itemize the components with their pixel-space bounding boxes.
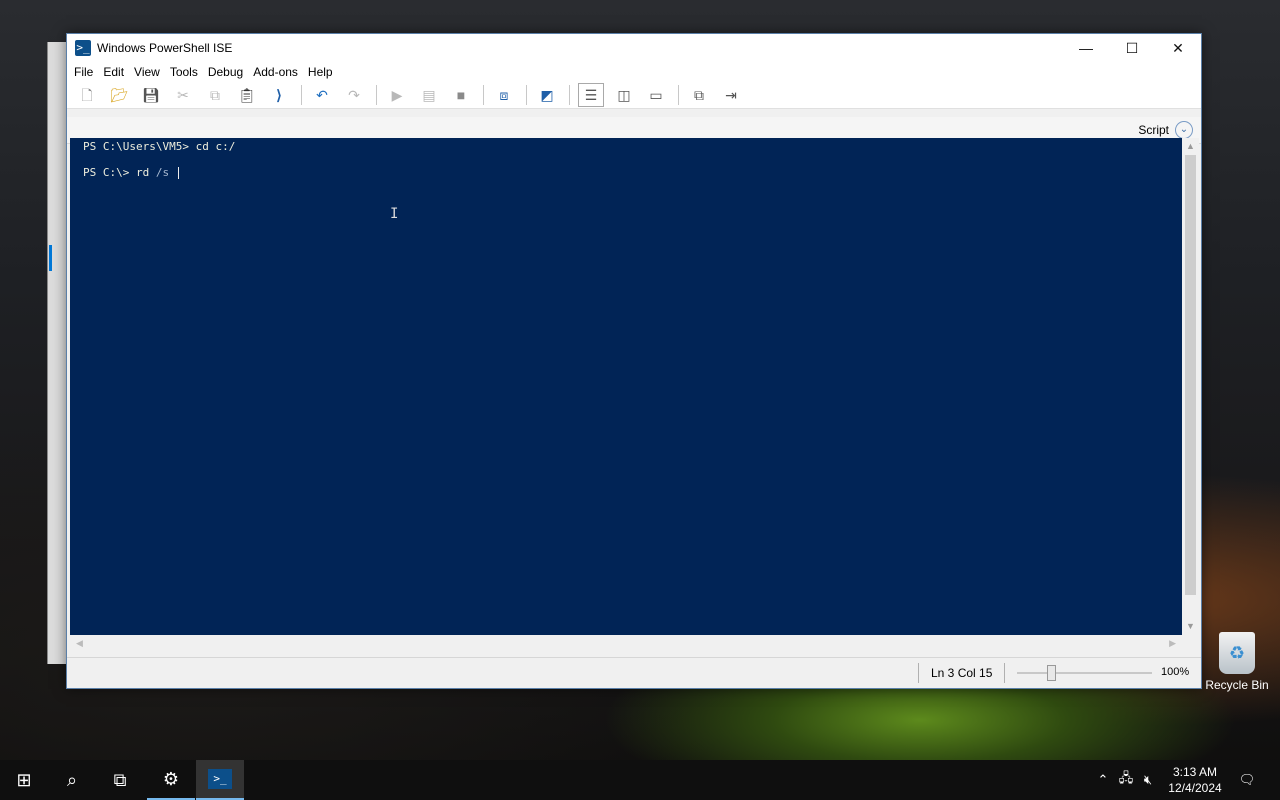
- show-script-top-icon[interactable]: ☰: [578, 83, 604, 107]
- console-argument: /s: [155, 166, 170, 179]
- background-window-accent: [49, 245, 52, 271]
- stop-icon[interactable]: ■: [449, 84, 473, 106]
- console-input-line[interactable]: PS C:\> rd /s: [83, 166, 179, 179]
- powershell-ise-window: >_ Windows PowerShell ISE — ☐ ✕ File Edi…: [66, 33, 1202, 689]
- copy-icon[interactable]: ⧉: [203, 84, 227, 106]
- menu-add-ons[interactable]: Add-ons: [248, 65, 303, 79]
- menu-help[interactable]: Help: [303, 65, 338, 79]
- console-pane[interactable]: PS C:\Users\VM5> cd c:/ PS C:\> rd /s I: [70, 138, 1182, 635]
- system-clock[interactable]: 3:13 AM 12/4/2024: [1160, 764, 1230, 796]
- action-center-icon[interactable]: 🗨︎: [1236, 760, 1258, 800]
- maximize-button[interactable]: ☐: [1109, 34, 1155, 62]
- scroll-right-icon[interactable]: ▶: [1169, 635, 1176, 652]
- settings-gear-icon[interactable]: ⚙: [147, 760, 195, 800]
- scroll-left-icon[interactable]: ◀: [76, 635, 83, 652]
- volume-muted-icon[interactable]: 🔇︎: [1138, 760, 1158, 800]
- cut-icon[interactable]: ✂: [171, 84, 195, 106]
- console-line: PS C:\Users\VM5> cd c:/: [83, 140, 236, 153]
- cursor-position: Ln 3 Col 15: [931, 666, 993, 680]
- open-folder-icon[interactable]: 📂︎: [107, 84, 131, 106]
- ibeam-cursor-icon: I: [390, 206, 399, 222]
- minimize-button[interactable]: —: [1063, 34, 1109, 62]
- task-view-icon[interactable]: ⧉: [96, 760, 144, 800]
- vertical-scrollbar[interactable]: ▲ ▼: [1182, 138, 1199, 635]
- new-file-icon[interactable]: 🗋: [75, 84, 99, 106]
- recycle-bin[interactable]: ♻ Recycle Bin: [1205, 632, 1269, 692]
- toolbar-separator: [678, 85, 679, 105]
- show-script-maximized-icon[interactable]: ▭: [644, 84, 668, 106]
- toolbar-separator: [569, 85, 570, 105]
- zoom-slider-track[interactable]: [1017, 672, 1152, 674]
- menu-file[interactable]: File: [69, 65, 98, 79]
- menu-tools[interactable]: Tools: [165, 65, 203, 79]
- title-bar[interactable]: >_ Windows PowerShell ISE — ☐ ✕: [67, 34, 1201, 62]
- show-command-window-icon[interactable]: ⧉: [687, 84, 711, 106]
- toolbar: 🗋 📂︎ 💾︎ ✂ ⧉ 📋︎ ⟩ ↶ ↷ ▶ ▤ ■ ⧈ ◩ ☰ ◫ ▭ ⧉ ⇥: [67, 82, 1201, 109]
- clock-time: 3:13 AM: [1172, 765, 1218, 779]
- close-button[interactable]: ✕: [1155, 34, 1201, 62]
- run-selection-icon[interactable]: ▤: [417, 84, 441, 106]
- start-icon[interactable]: ⊞: [0, 760, 48, 800]
- redo-icon[interactable]: ↷: [342, 84, 366, 106]
- status-bar: Ln 3 Col 15 100%: [67, 657, 1201, 688]
- show-script-right-icon[interactable]: ◫: [612, 84, 636, 106]
- recycle-bin-icon: ♻: [1219, 632, 1255, 674]
- save-icon[interactable]: 💾︎: [139, 84, 163, 106]
- powershell-icon[interactable]: ⟩: [267, 84, 291, 106]
- chevron-down-icon[interactable]: ⌄: [1175, 121, 1193, 139]
- start-powershell-icon[interactable]: ◩: [535, 84, 559, 106]
- powershell-ise-app-icon: >_: [75, 40, 91, 56]
- show-hidden-icons-icon[interactable]: ⌃: [1094, 760, 1112, 800]
- scroll-down-icon[interactable]: ▼: [1182, 618, 1199, 635]
- zoom-slider-thumb[interactable]: [1047, 665, 1057, 681]
- toolbar-separator: [526, 85, 527, 105]
- powershell-ise-taskbar-icon: >_: [208, 769, 232, 789]
- status-divider: [1004, 663, 1005, 683]
- show-command-addon-icon[interactable]: ⇥: [719, 84, 743, 106]
- text-caret: [177, 167, 179, 179]
- toolbar-separator: [483, 85, 484, 105]
- zoom-level: 100%: [1161, 666, 1190, 678]
- horizontal-scrollbar[interactable]: ◀ ▶: [70, 635, 1182, 652]
- window-title: Windows PowerShell ISE: [97, 41, 233, 55]
- script-label[interactable]: Script: [1138, 123, 1169, 137]
- undo-icon[interactable]: ↶: [310, 84, 334, 106]
- menu-view[interactable]: View: [129, 65, 165, 79]
- clock-date: 12/4/2024: [1168, 781, 1222, 795]
- search-icon[interactable]: ⌕: [48, 760, 96, 800]
- menu-debug[interactable]: Debug: [203, 65, 248, 79]
- taskbar-powershell-ise[interactable]: >_: [196, 760, 244, 800]
- scroll-up-icon[interactable]: ▲: [1182, 138, 1199, 155]
- toolbar-separator: [301, 85, 302, 105]
- remote-powershell-icon[interactable]: ⧈: [492, 84, 516, 106]
- run-script-icon[interactable]: ▶: [385, 84, 409, 106]
- menu-bar: File Edit View Tools Debug Add-ons Help: [67, 62, 1201, 82]
- paste-icon[interactable]: 📋︎: [235, 84, 259, 106]
- recycle-bin-label: Recycle Bin: [1205, 678, 1269, 692]
- toolbar-separator: [376, 85, 377, 105]
- scrollbar-thumb[interactable]: [1185, 155, 1196, 595]
- console-prompt: PS C:\> rd: [83, 166, 156, 179]
- menu-edit[interactable]: Edit: [98, 65, 129, 79]
- status-divider: [918, 663, 919, 683]
- network-icon[interactable]: 🖧︎: [1116, 760, 1136, 800]
- taskbar: ⊞ ⌕ ⧉ ⚙ >_ ⌃ 🖧︎ 🔇︎ 3:13 AM 12/4/2024 🗨︎: [0, 760, 1280, 800]
